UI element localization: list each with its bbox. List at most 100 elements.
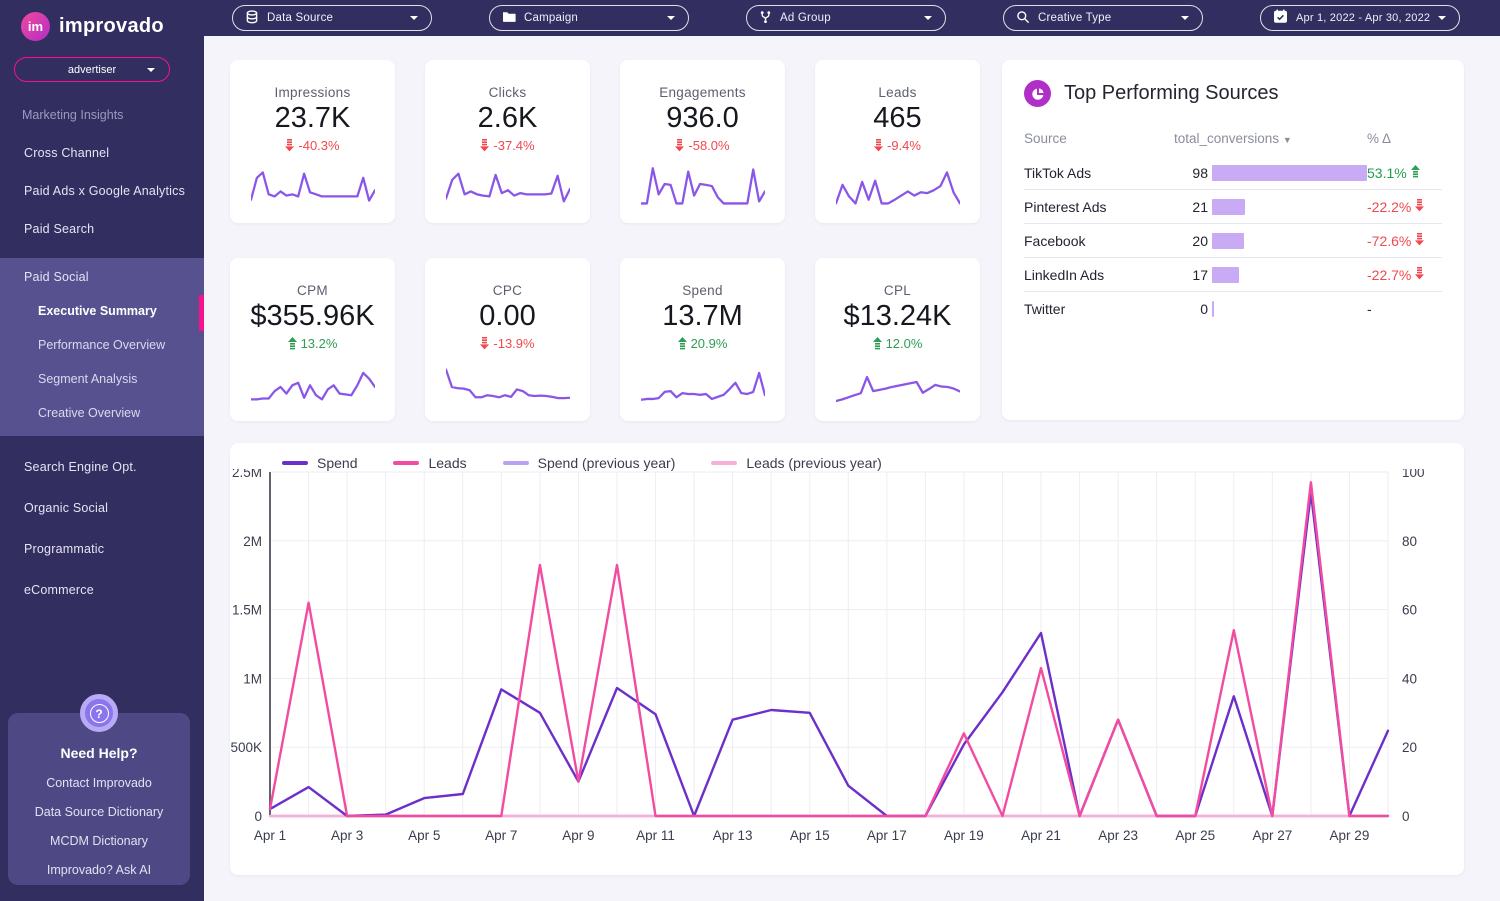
sidebar-item-paid-ads-x-google-analytics[interactable]: Paid Ads x Google Analytics [24,184,204,198]
filter-creative-type-dropdown[interactable]: Creative Type [1003,5,1203,31]
spend-leads-line-chart: 0 500K 1M 1.5M 2M 2.5M 0 20 40 60 80 100 Apr 1 Apr 3 A… [230,469,1424,843]
kpi-card-spend: Spend 13.7M 20.9% [620,258,785,421]
svg-text:2.5M: 2.5M [232,469,262,480]
sidebar-group-paid-social: Paid Social Executive Summary Performance… [0,258,204,436]
kpi-value: 936.0 [666,102,739,134]
filter-ad-group-dropdown[interactable]: Ad Group [746,5,946,31]
sources-table: Source total_conversions ▼ % Δ TikTok Ad… [1024,125,1442,325]
sidebar-item-programmatic[interactable]: Programmatic [24,542,204,556]
help-link-data-source-dictionary[interactable]: Data Source Dictionary [8,805,190,819]
chevron-down-icon [147,67,155,72]
date-range-dropdown[interactable]: Apr 1, 2022 - Apr 30, 2022 [1260,5,1460,31]
kpi-value: $13.24K [843,300,952,332]
kpi-title: CPL [883,283,912,298]
kpi-value: 465 [873,102,922,134]
kpi-card-leads: Leads 465 -9.4% [815,60,980,223]
kpi-title: CPM [297,283,328,298]
calendar-icon [1273,9,1288,27]
filter-campaign-dropdown[interactable]: Campaign [489,5,689,31]
arrow-up-icon [287,337,297,350]
svg-text:Apr 21: Apr 21 [1021,828,1061,843]
sidebar-nav-bottom: Search Engine Opt. Organic Social Programm… [0,460,204,597]
top-performing-sources-panel: Top Performing Sources Source total_conv… [1002,60,1464,420]
kpi-card-impressions: Impressions 23.7K -40.3% [230,60,395,223]
col-header-total-conversions[interactable]: total_conversions ▼ [1174,125,1367,156]
source-name: LinkedIn Ads [1024,257,1174,292]
sidebar-item-creative-overview[interactable]: Creative Overview [38,406,204,420]
conversions-bar [1212,300,1214,317]
kpi-value: 0.00 [479,300,536,332]
kpi-delta: 13.2% [230,336,395,351]
svg-text:Apr 9: Apr 9 [562,828,594,843]
source-row-pinterest-ads: Pinterest Ads 21 -22.2% [1024,189,1442,224]
advertiser-label: advertiser [67,63,117,76]
help-title: Need Help? [60,745,138,761]
improvado-logo[interactable]: im improvado [0,0,204,41]
kpi-delta: -37.4% [425,138,590,153]
chevron-down-icon [1181,16,1189,20]
sidebar: im improvado advertiser Marketing Insigh… [0,0,204,901]
svg-text:Apr 3: Apr 3 [331,828,363,843]
kpi-sparkline [639,371,766,401]
filter-data-source-dropdown[interactable]: Data Source [232,5,432,31]
kpi-sparkline [249,171,376,202]
arrow-down-icon [480,337,490,350]
svg-text:Apr 19: Apr 19 [944,828,984,843]
sidebar-item-performance-overview[interactable]: Performance Overview [38,338,204,352]
svg-text:Apr 5: Apr 5 [408,828,440,843]
source-delta: 53.1% [1367,164,1407,181]
svg-text:20: 20 [1402,740,1417,755]
source-delta: - [1367,300,1372,317]
svg-text:40: 40 [1402,671,1417,686]
source-conversions: 17 [1192,266,1208,283]
source-name: Twitter [1024,291,1174,325]
kpi-sparkline [834,375,961,403]
help-link-improvado-ask-ai[interactable]: Improvado? Ask AI [8,863,190,877]
kpi-title: Engagements [659,85,746,100]
svg-text:Apr 11: Apr 11 [636,828,675,843]
col-header-percent-delta: % Δ [1367,131,1392,146]
sidebar-section-label: Marketing Insights [22,108,124,122]
svg-text:1M: 1M [243,671,262,686]
sidebar-item-paid-search[interactable]: Paid Search [24,222,204,236]
help-link-mcdm-dictionary[interactable]: MCDM Dictionary [8,834,190,848]
brand-name: improvado [59,15,164,37]
kpi-delta: 12.0% [815,336,980,351]
sidebar-item-cross-channel[interactable]: Cross Channel [24,146,204,160]
kpi-delta: -9.4% [815,138,980,153]
sidebar-item-segment-analysis[interactable]: Segment Analysis [38,372,204,386]
svg-text:Apr 25: Apr 25 [1175,828,1215,843]
svg-text:Apr 1: Apr 1 [254,828,286,843]
sidebar-item-search-engine-opt[interactable]: Search Engine Opt. [24,460,204,474]
kpi-title: CPC [492,283,523,298]
source-delta: -72.6% [1367,232,1412,249]
pie-chart-icon [1024,80,1051,107]
sidebar-subnav: Executive Summary Performance Overview Seg… [0,295,204,420]
top-filter-bar: Data Source Campaign Ad Group Creative Type… [0,0,1500,36]
kpi-card-engagements: Engagements 936.0 -58.0% [620,60,785,223]
need-help-card: ? Need Help? Contact Improvado Data Sourc… [8,694,190,885]
help-question-icon[interactable]: ? [80,694,118,732]
source-delta: -22.2% [1367,198,1412,215]
kpi-title: Impressions [274,85,351,100]
sidebar-item-paid-social[interactable]: Paid Social [24,270,204,284]
svg-text:Apr 15: Apr 15 [790,828,830,843]
svg-text:Apr 7: Apr 7 [485,828,517,843]
arrow-down-icon [675,139,685,152]
svg-text:0: 0 [1402,809,1410,824]
kpi-sparkline [444,368,571,400]
ad-group-icon [759,10,772,27]
kpi-title: Leads [878,85,917,100]
sidebar-item-executive-summary[interactable]: Executive Summary [38,295,204,331]
kpi-title: Spend [682,283,723,298]
sidebar-item-organic-social[interactable]: Organic Social [24,501,204,515]
sidebar-item-ecommerce[interactable]: eCommerce [24,583,204,597]
svg-text:500K: 500K [230,740,262,755]
legend-swatch [502,461,529,465]
source-conversions: 98 [1192,164,1208,181]
advertiser-dropdown[interactable]: advertiser [14,57,170,82]
svg-text:60: 60 [1402,603,1417,618]
kpi-delta: -13.9% [425,336,590,351]
database-icon [245,9,259,27]
help-link-contact-improvado[interactable]: Contact Improvado [8,776,190,790]
